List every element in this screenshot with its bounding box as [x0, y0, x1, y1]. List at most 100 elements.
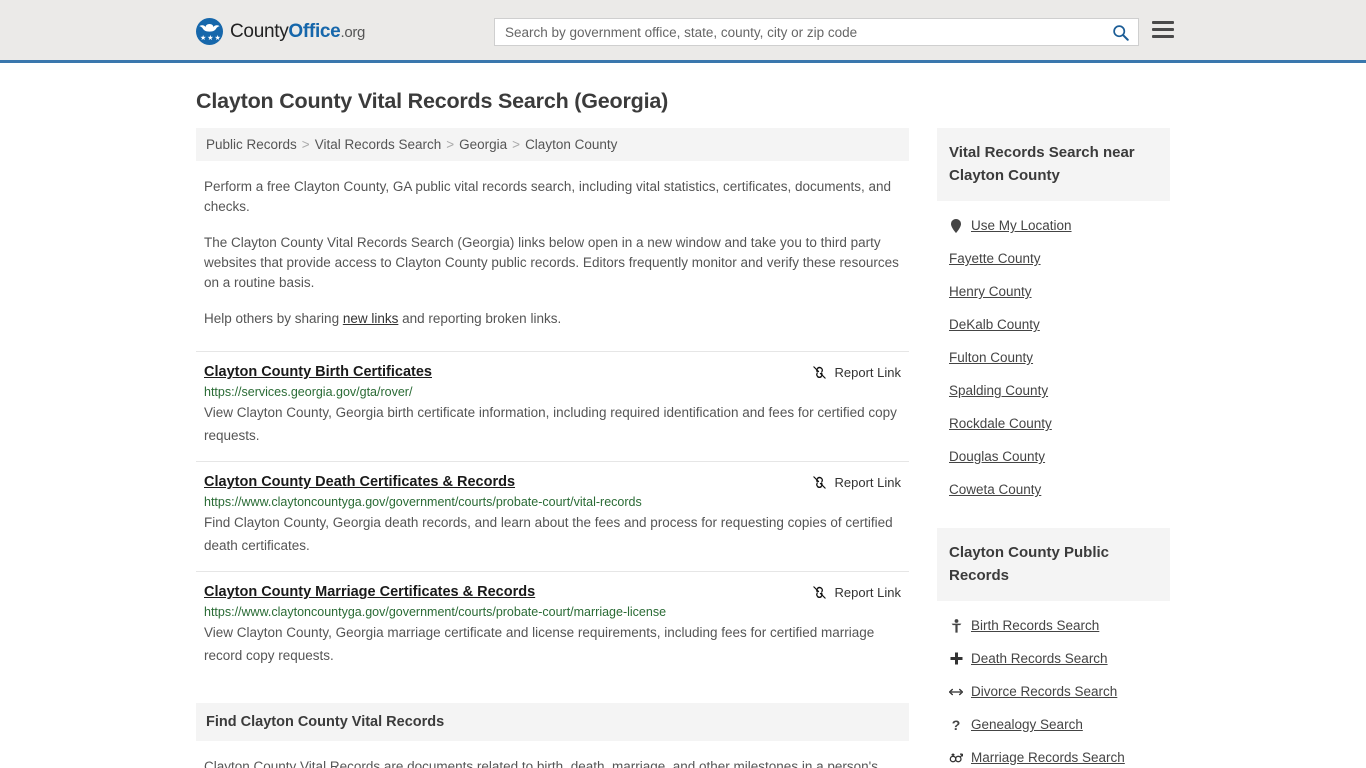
intro-paragraph-2: The Clayton County Vital Records Search … — [204, 235, 899, 290]
cross-icon — [949, 652, 963, 665]
sidebar-item-birth-records-search[interactable]: Birth Records Search — [937, 609, 1170, 642]
listing-title-link[interactable]: Clayton County Marriage Certificates & R… — [204, 584, 535, 600]
hamburger-bar — [1152, 35, 1174, 38]
sidebar-link-label[interactable]: Death Records Search — [971, 651, 1108, 666]
broken-link-icon — [812, 476, 826, 489]
breadcrumb-separator: > — [446, 137, 455, 152]
new-links-link[interactable]: new links — [343, 311, 399, 326]
sidebar-item-death-records-search[interactable]: Death Records Search — [937, 642, 1170, 675]
breadcrumb: Public Records > Vital Records Search > Geor… — [196, 128, 909, 161]
gender-symbols-icon — [949, 752, 963, 764]
sidebar-link-label[interactable]: Fulton County — [949, 350, 1033, 365]
logo-text-org: .org — [340, 23, 366, 41]
report-link-button[interactable]: Report Link — [812, 584, 901, 600]
content-layout: Public Records > Vital Records Search > Geor… — [196, 128, 1170, 768]
listing-header: Clayton County Marriage Certificates & R… — [204, 584, 901, 600]
search-bar[interactable] — [494, 18, 1139, 46]
site-header: ★★★ CountyOffice.org — [0, 0, 1366, 63]
logo-text-office: Office — [288, 20, 341, 42]
sidebar-item-douglas-county[interactable]: Douglas County — [937, 440, 1170, 473]
sidebar-item-henry-county[interactable]: Henry County — [937, 275, 1170, 308]
report-link-label: Report Link — [834, 475, 901, 490]
sidebar-list-nearby: Use My Location Fayette County Henry Cou… — [937, 201, 1170, 506]
listing-url[interactable]: https://services.georgia.gov/gta/rover/ — [204, 385, 901, 399]
split-arrows-icon — [949, 687, 963, 697]
page-title: Clayton County Vital Records Search (Geo… — [196, 89, 669, 113]
eagle-glyph — [199, 24, 220, 32]
breadcrumb-separator: > — [512, 137, 521, 152]
eagle-shield-icon: ★★★ — [196, 18, 223, 45]
map-pin-icon — [949, 218, 963, 233]
sidebar-link-label[interactable]: Genealogy Search — [971, 717, 1083, 732]
listing-row: Clayton County Birth Certificates Report… — [196, 351, 909, 461]
report-link-button[interactable]: Report Link — [812, 364, 901, 380]
sidebar-link-label[interactable]: Marriage Records Search — [971, 750, 1125, 765]
breadcrumb-item-public-records[interactable]: Public Records — [206, 137, 297, 152]
sidebar-item-marriage-records-search[interactable]: Marriage Records Search — [937, 741, 1170, 768]
broken-link-icon — [812, 366, 826, 379]
listing-title-link[interactable]: Clayton County Birth Certificates — [204, 364, 432, 380]
sidebar-link-label[interactable]: Douglas County — [949, 449, 1045, 464]
sidebar-list-public-records: Birth Records Search Death Records Searc… — [937, 601, 1170, 768]
search-button[interactable] — [1102, 19, 1138, 45]
sidebar: Vital Records Search near Clayton County… — [937, 128, 1170, 768]
sidebar-item-rockdale-county[interactable]: Rockdale County — [937, 407, 1170, 440]
report-link-label: Report Link — [834, 365, 901, 380]
sidebar-item-dekalb-county[interactable]: DeKalb County — [937, 308, 1170, 341]
breadcrumb-item-clayton-county[interactable]: Clayton County — [525, 137, 617, 152]
breadcrumb-item-vital-records-search[interactable]: Vital Records Search — [315, 137, 442, 152]
sidebar-item-use-my-location[interactable]: Use My Location — [937, 209, 1170, 242]
report-link-label: Report Link — [834, 585, 901, 600]
listing-url[interactable]: https://www.claytoncountyga.gov/governme… — [204, 495, 901, 509]
listing-url[interactable]: https://www.claytoncountyga.gov/governme… — [204, 605, 901, 619]
sidebar-item-genealogy-search[interactable]: ? Genealogy Search — [937, 708, 1170, 741]
logo-text-county: County — [230, 20, 289, 42]
sidebar-item-fulton-county[interactable]: Fulton County — [937, 341, 1170, 374]
intro-paragraph-1: Perform a free Clayton County, GA public… — [204, 179, 892, 214]
sidebar-link-label[interactable]: Divorce Records Search — [971, 684, 1117, 699]
sidebar-link-label[interactable]: Coweta County — [949, 482, 1041, 497]
sidebar-link-label[interactable]: DeKalb County — [949, 317, 1040, 332]
sidebar-item-fayette-county[interactable]: Fayette County — [937, 242, 1170, 275]
search-input[interactable] — [495, 19, 1102, 45]
baby-icon — [949, 618, 963, 633]
sidebar-item-coweta-county[interactable]: Coweta County — [937, 473, 1170, 506]
sidebar-heading-public-records: Clayton County Public Records — [937, 528, 1170, 601]
search-icon — [1112, 24, 1129, 41]
listing-title-link[interactable]: Clayton County Death Certificates & Reco… — [204, 474, 515, 490]
page-container: Clayton County Vital Records Search (Geo… — [0, 89, 1366, 768]
share-text-after: and reporting broken links. — [398, 311, 562, 326]
listing-row: Clayton County Marriage Certificates & R… — [196, 571, 909, 681]
sidebar-link-label[interactable]: Use My Location — [971, 218, 1072, 233]
sidebar-link-label[interactable]: Birth Records Search — [971, 618, 1099, 633]
listing-description: View Clayton County, Georgia marriage ce… — [204, 625, 875, 663]
intro-paragraph-3: Help others by sharing new links and rep… — [204, 309, 901, 329]
site-logo[interactable]: ★★★ CountyOffice.org — [196, 18, 365, 45]
listing-description: Find Clayton County, Georgia death recor… — [204, 515, 893, 553]
broken-link-icon — [812, 586, 826, 599]
listing-description: View Clayton County, Georgia birth certi… — [204, 405, 897, 443]
listing-results: Clayton County Birth Certificates Report… — [196, 351, 909, 681]
hamburger-bar — [1152, 21, 1174, 24]
sidebar-card-nearby: Vital Records Search near Clayton County… — [937, 128, 1170, 506]
sidebar-link-label[interactable]: Rockdale County — [949, 416, 1052, 431]
report-link-button[interactable]: Report Link — [812, 474, 901, 490]
listing-header: Clayton County Death Certificates & Reco… — [204, 474, 901, 490]
sidebar-link-label[interactable]: Henry County — [949, 284, 1032, 299]
breadcrumb-separator: > — [301, 137, 310, 152]
sidebar-link-label[interactable]: Spalding County — [949, 383, 1048, 398]
find-records-heading: Find Clayton County Vital Records — [196, 703, 909, 741]
sidebar-card-public-records: Clayton County Public Records Birth Reco… — [937, 528, 1170, 768]
breadcrumb-item-georgia[interactable]: Georgia — [459, 137, 507, 152]
listing-header: Clayton County Birth Certificates Report… — [204, 364, 901, 380]
hamburger-menu-icon[interactable] — [1152, 21, 1174, 38]
sidebar-link-label[interactable]: Fayette County — [949, 251, 1041, 266]
sidebar-heading-nearby: Vital Records Search near Clayton County — [937, 128, 1170, 201]
sidebar-item-divorce-records-search[interactable]: Divorce Records Search — [937, 675, 1170, 708]
main-content: Public Records > Vital Records Search > Geor… — [196, 128, 909, 768]
share-text-before: Help others by sharing — [204, 311, 343, 326]
hamburger-bar — [1152, 28, 1174, 31]
sidebar-item-spalding-county[interactable]: Spalding County — [937, 374, 1170, 407]
stars-glyph: ★★★ — [200, 35, 222, 42]
